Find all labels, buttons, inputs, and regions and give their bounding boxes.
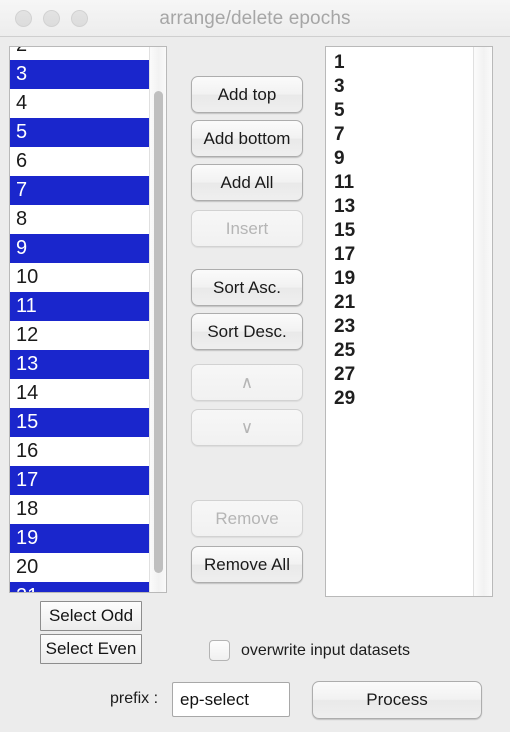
source-list-item[interactable]: 12 [10,321,149,350]
prefix-label: prefix : [110,690,159,707]
target-list-item[interactable]: 21 [326,291,473,315]
process-button[interactable]: Process [312,681,482,719]
sort-ascending-button[interactable]: Sort Asc. [191,269,303,306]
source-list-item[interactable]: 14 [10,379,149,408]
source-epoch-list[interactable]: 2345678910111213141516171819202122232425… [9,46,167,593]
source-list-item[interactable]: 15 [10,408,149,437]
source-list-item[interactable]: 6 [10,147,149,176]
source-list-item[interactable]: 19 [10,524,149,553]
source-list-viewport: 2345678910111213141516171819202122232425… [10,47,149,592]
target-list-item[interactable]: 27 [326,363,473,387]
source-list-scroll-thumb[interactable] [154,91,163,573]
source-list-item[interactable]: 3 [10,60,149,89]
source-list-item[interactable]: 10 [10,263,149,292]
source-list-item[interactable]: 16 [10,437,149,466]
window-title: arrange/delete epochs [159,8,351,29]
source-list-scrollbar[interactable] [149,47,166,592]
target-epoch-list[interactable]: 1 3 5 7 9 11 13 15 17 19 21 23 25 27 29 [325,46,493,597]
source-list-item[interactable]: 9 [10,234,149,263]
source-list-item[interactable]: 5 [10,118,149,147]
overwrite-input-datasets-label: overwrite input datasets [241,641,410,659]
overwrite-input-datasets-checkbox[interactable] [209,640,230,661]
source-list-item[interactable]: 20 [10,553,149,582]
target-list-item[interactable]: 1 [326,51,473,75]
move-up-icon-button: ∧ [191,364,303,401]
add-all-button[interactable]: Add All [191,164,303,201]
add-bottom-button[interactable]: Add bottom [191,120,303,157]
add-top-button[interactable]: Add top [191,76,303,113]
target-list-scrollbar[interactable] [473,47,492,596]
window-titlebar: arrange/delete epochs [0,0,510,37]
target-list-item[interactable]: 17 [326,243,473,267]
source-list-items: 2345678910111213141516171819202122232425… [10,47,149,592]
target-list-item[interactable]: 13 [326,195,473,219]
move-down-icon-button: ∨ [191,409,303,446]
target-list-items: 1 3 5 7 9 11 13 15 17 19 21 23 25 27 29 [326,51,473,411]
target-list-item[interactable]: 7 [326,123,473,147]
source-list-item[interactable]: 7 [10,176,149,205]
target-list-item[interactable]: 23 [326,315,473,339]
target-list-item[interactable]: 19 [326,267,473,291]
source-list-item[interactable]: 17 [10,466,149,495]
remove-button: Remove [191,500,303,537]
source-list-item[interactable]: 13 [10,350,149,379]
source-list-item[interactable]: 8 [10,205,149,234]
source-list-item[interactable]: 2 [10,47,149,60]
select-odd-button[interactable]: Select Odd [40,601,142,631]
target-list-item[interactable]: 25 [326,339,473,363]
insert-button: Insert [191,210,303,247]
remove-all-button[interactable]: Remove All [191,546,303,583]
sort-descending-button[interactable]: Sort Desc. [191,313,303,350]
source-list-item[interactable]: 11 [10,292,149,321]
source-list-item[interactable]: 18 [10,495,149,524]
target-list-viewport: 1 3 5 7 9 11 13 15 17 19 21 23 25 27 29 [326,47,473,596]
target-list-item[interactable]: 9 [326,147,473,171]
source-list-item[interactable]: 21 [10,582,149,592]
target-list-item[interactable]: 5 [326,99,473,123]
target-list-item[interactable]: 3 [326,75,473,99]
target-list-item[interactable]: 15 [326,219,473,243]
select-even-button[interactable]: Select Even [40,634,142,664]
target-list-item[interactable]: 11 [326,171,473,195]
source-list-item[interactable]: 4 [10,89,149,118]
overwrite-option-row[interactable]: overwrite input datasets [209,640,410,661]
prefix-input[interactable] [172,682,290,717]
target-list-item[interactable]: 29 [326,387,473,411]
